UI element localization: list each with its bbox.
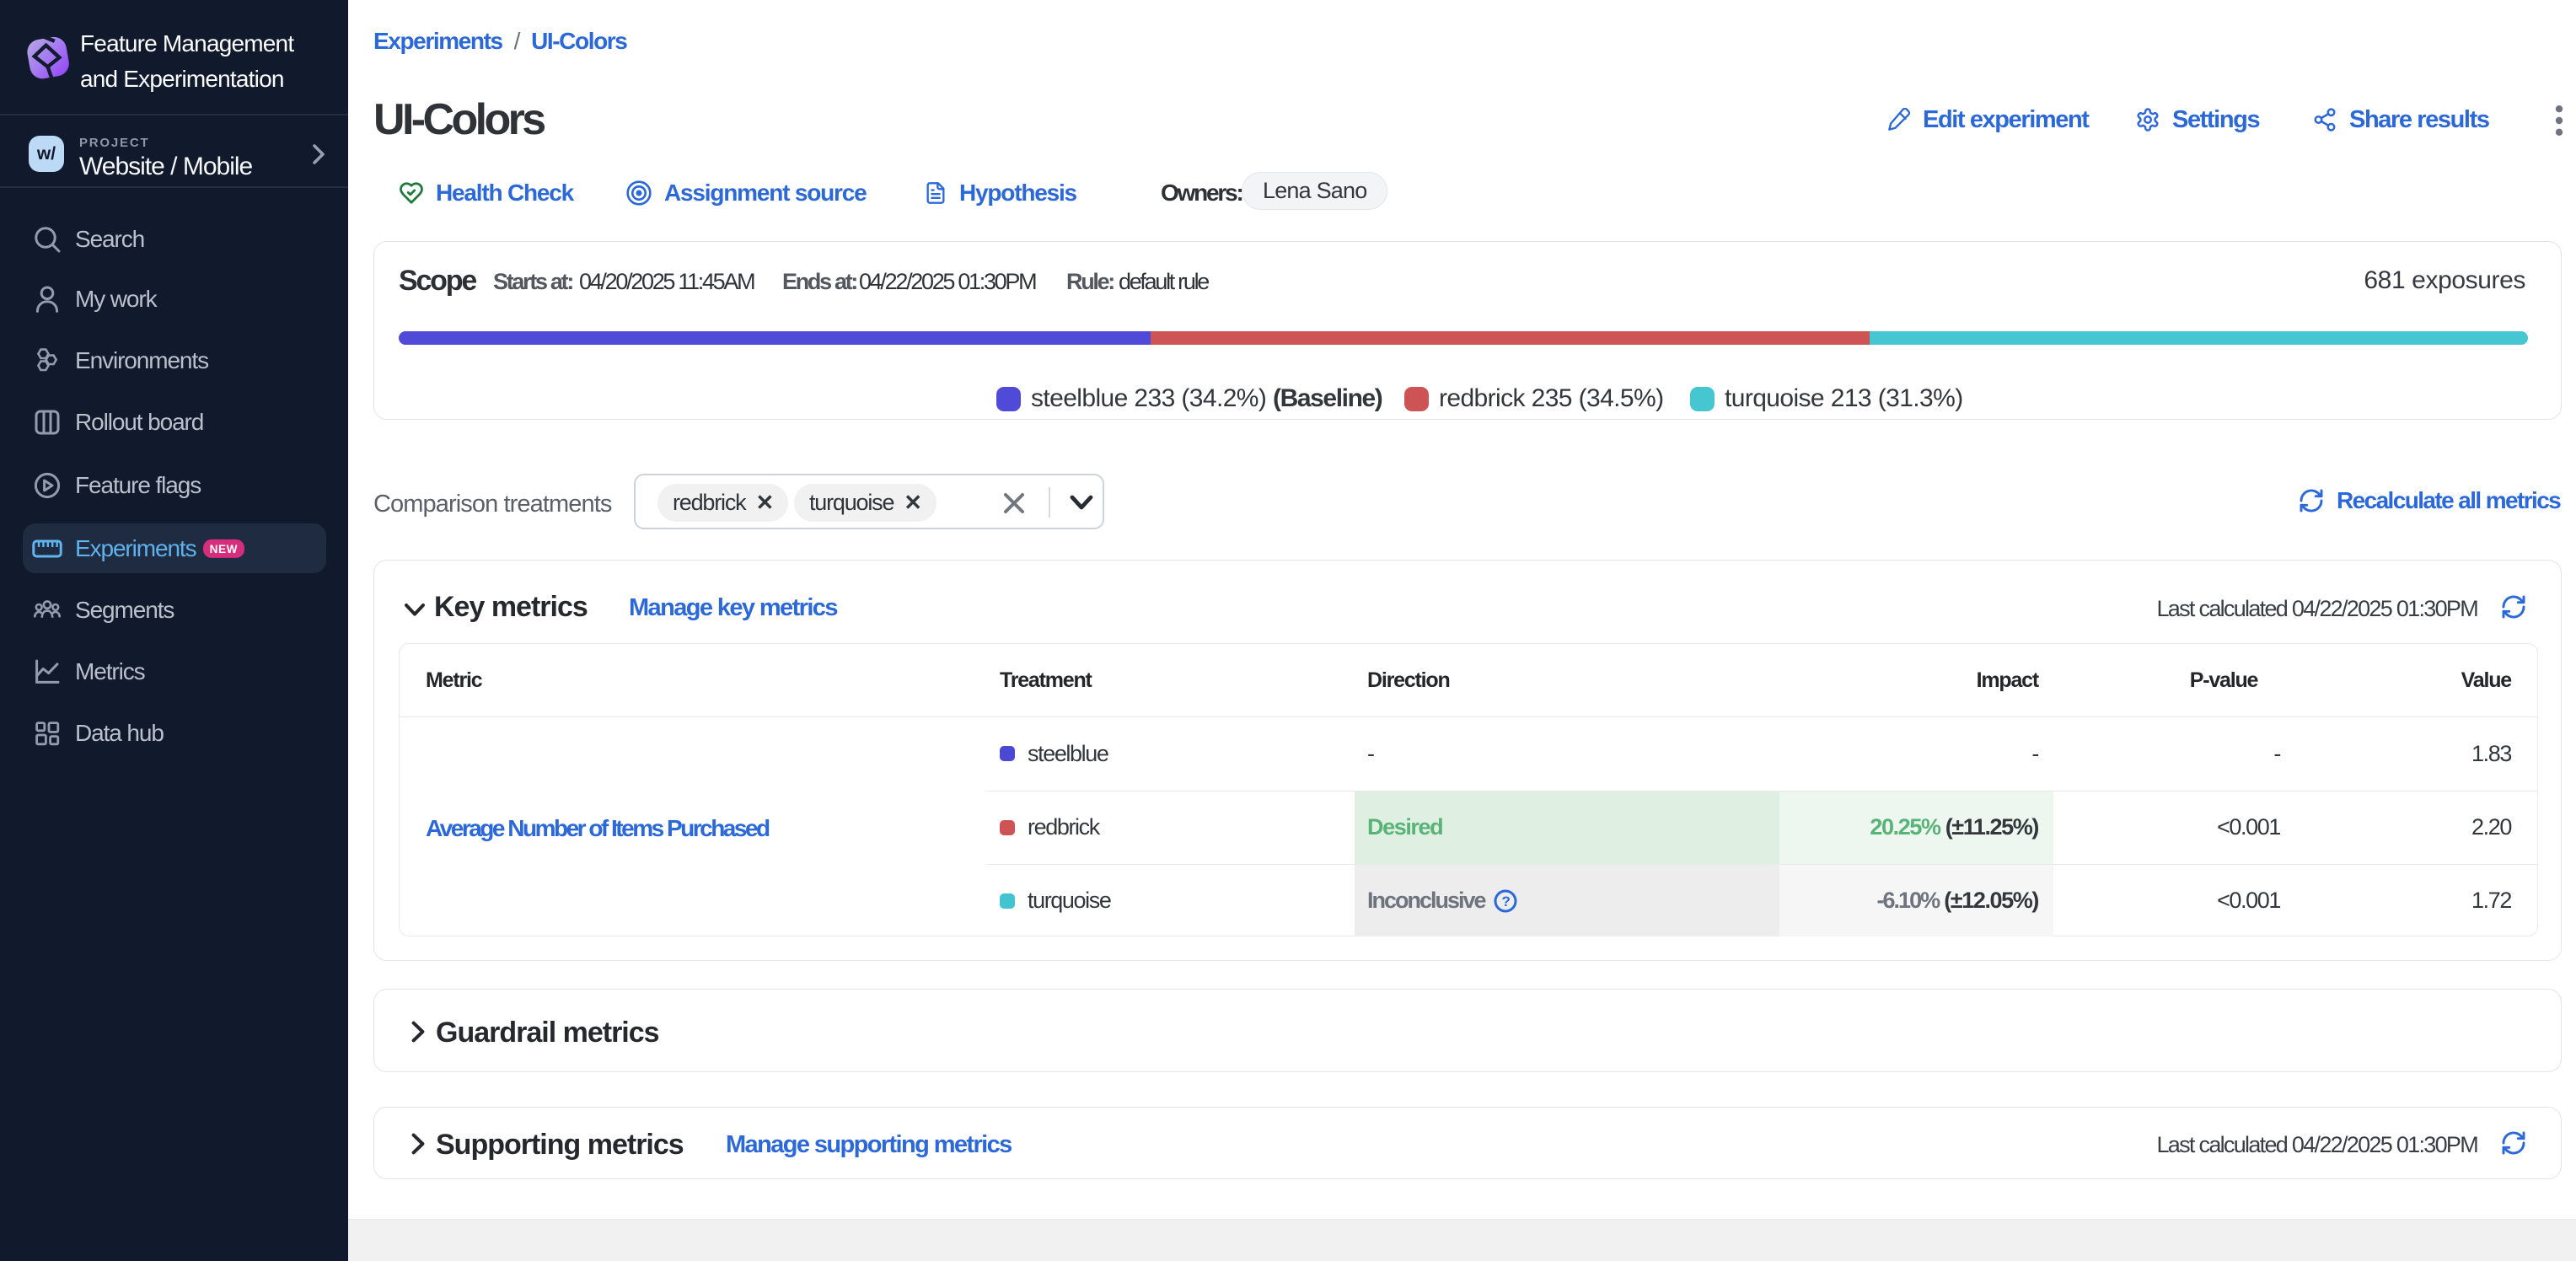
svg-text:?: ? [1501,893,1510,910]
